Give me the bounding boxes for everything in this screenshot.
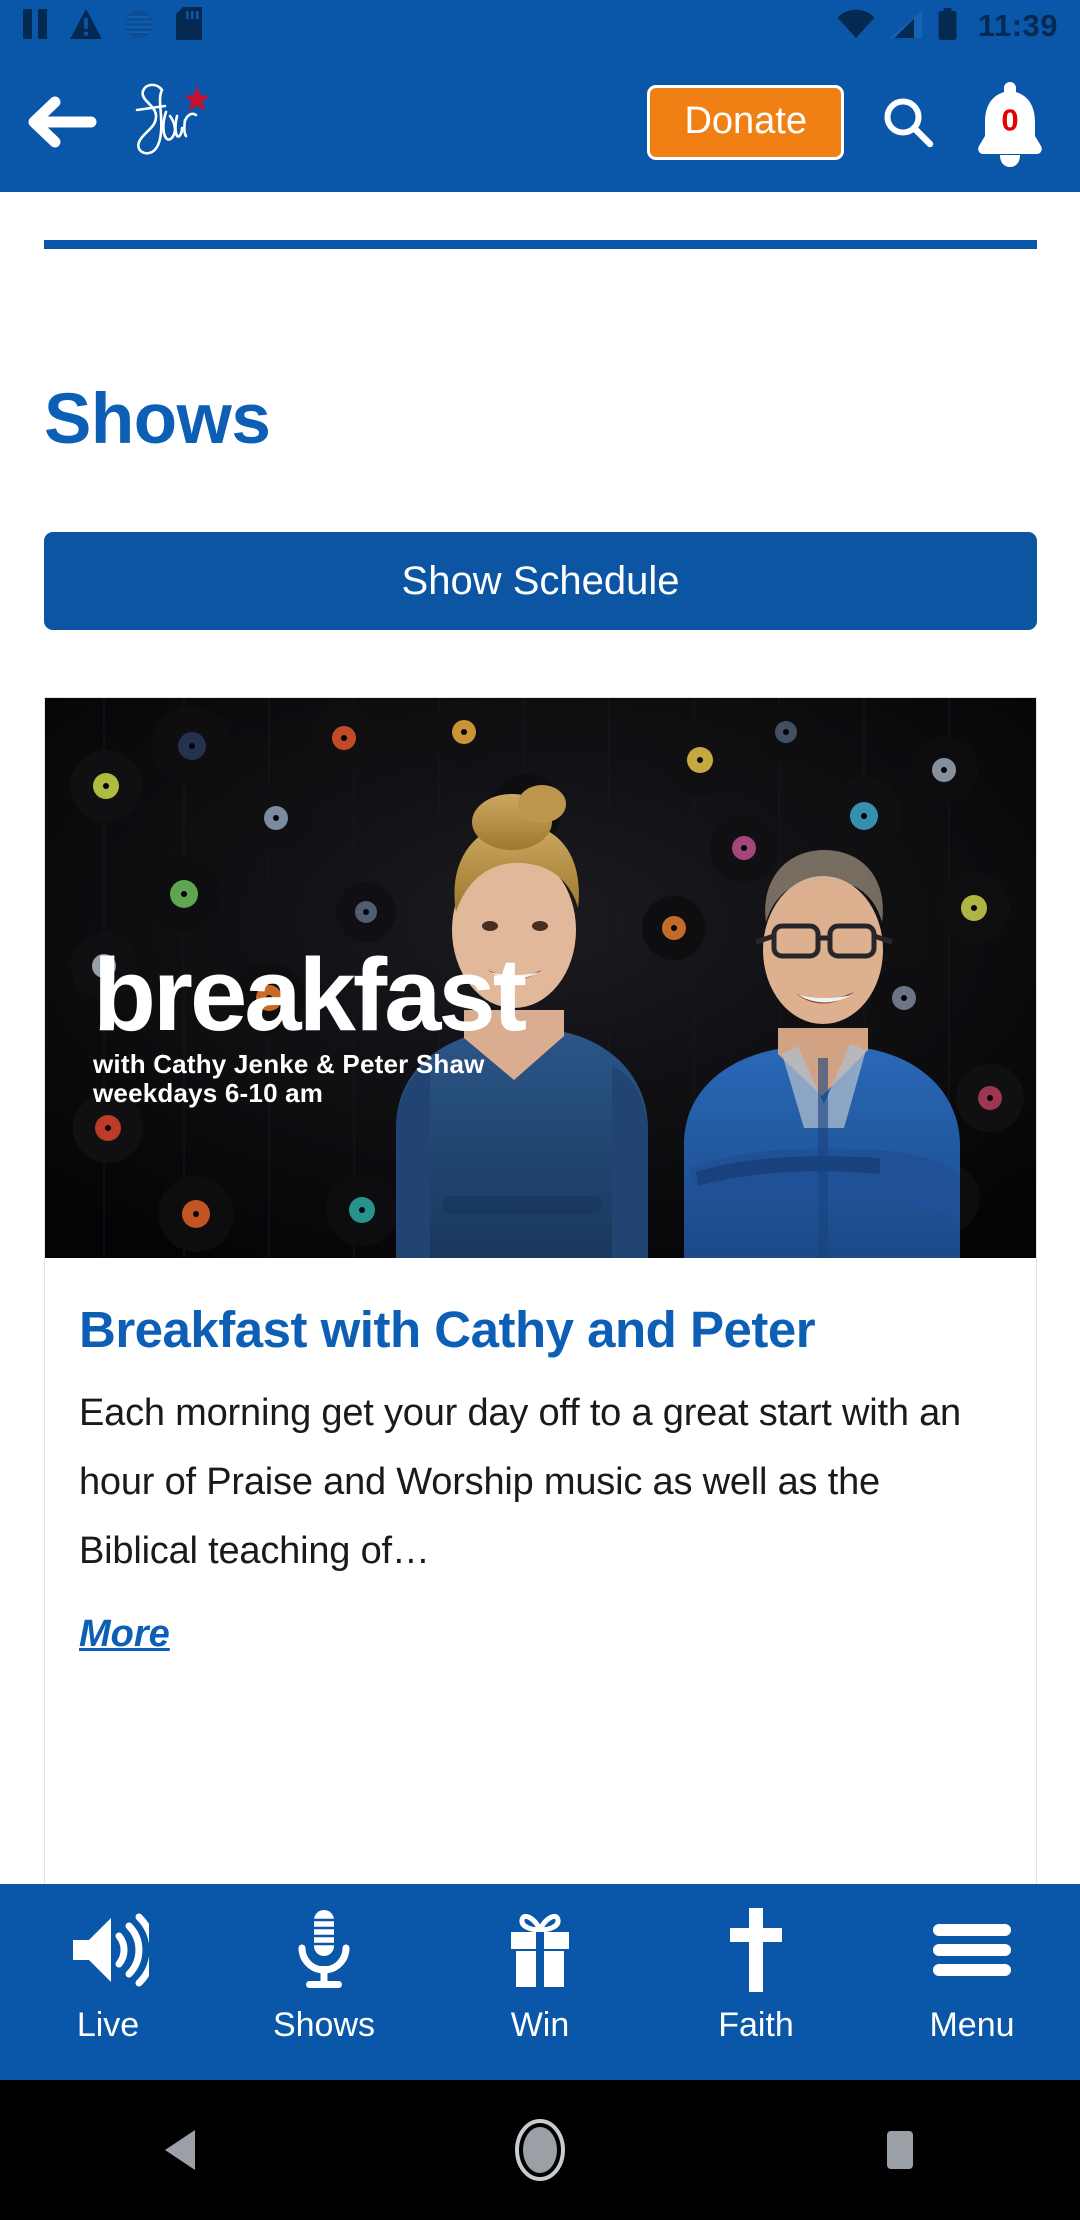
notification-count-badge: 0 [1001,102,1019,138]
star-script-logo-icon [135,83,210,155]
pause-icon [22,8,48,44]
show-schedule-button[interactable]: Show Schedule [44,532,1037,630]
status-bar: 11:39 [0,0,1080,52]
bottom-navigation-bar: Live Shows Win Faith Menu [0,1884,1080,2080]
more-link[interactable]: More [79,1613,170,1656]
notifications-button[interactable]: 0 [962,68,1058,176]
android-home-button[interactable] [360,2119,720,2181]
warning-icon [70,8,102,44]
wifi-icon [837,9,875,44]
status-bar-left-icons [22,7,202,45]
gift-icon [505,1908,575,1992]
speaker-volume-icon [67,1908,149,1992]
nav-item-live[interactable]: Live [0,1884,216,2080]
breakfast-promo-photo [45,698,1036,1258]
show-card-body: Breakfast with Cathy and Peter Each morn… [45,1258,1036,1656]
nav-label-shows: Shows [272,2006,376,2044]
cellular-signal-icon [889,9,923,44]
app-header: Donate 0 [0,52,1080,192]
nav-label-faith: Faith [718,2006,794,2044]
search-icon [884,98,934,148]
show-card-title[interactable]: Breakfast with Cathy and Peter [79,1302,1002,1357]
back-arrow-icon [28,96,97,148]
hamburger-menu-icon [933,1908,1011,1992]
nav-label-live: Live [76,2006,140,2044]
back-button[interactable] [18,79,104,165]
nav-label-menu: Menu [929,2006,1015,2044]
android-recents-button[interactable] [720,2128,1080,2172]
nav-item-menu[interactable]: Menu [864,1884,1080,2080]
header-divider-rule [44,240,1037,249]
show-card-photo: breakfast with Cathy Jenke & Peter Shaw … [45,698,1036,1258]
show-card-description: Each morning get your day off to a great… [79,1392,961,1573]
android-system-nav [0,2080,1080,2220]
status-bar-right-icons: 11:39 [837,7,1058,45]
nav-label-win: Win [510,2006,570,2044]
show-card[interactable]: breakfast with Cathy Jenke & Peter Shaw … [44,697,1037,1884]
search-button[interactable] [860,74,956,170]
donate-button[interactable]: Donate [647,84,844,160]
nav-item-faith[interactable]: Faith [648,1884,864,2080]
android-back-button[interactable] [0,2126,360,2174]
page-title: Shows [44,380,271,459]
recents-square-icon [887,2131,913,2169]
page-content: Shows Show Schedule breakfast with Cathy… [0,192,1080,1884]
battery-icon [937,7,958,45]
phone-screen: 11:39 Donate 0 Shows Show Schedule break… [0,0,1080,2220]
nav-item-shows[interactable]: Shows [216,1884,432,2080]
nav-item-win[interactable]: Win [432,1884,648,2080]
cross-icon [724,1908,788,1992]
microphone-icon [292,1908,356,1992]
home-circle-icon [515,2119,565,2181]
brand-logo-star[interactable] [112,72,222,172]
status-bar-clock: 11:39 [977,8,1058,43]
back-triangle-icon [165,2130,195,2170]
sd-card-icon [176,7,202,45]
circle-dotted-icon [124,9,154,44]
